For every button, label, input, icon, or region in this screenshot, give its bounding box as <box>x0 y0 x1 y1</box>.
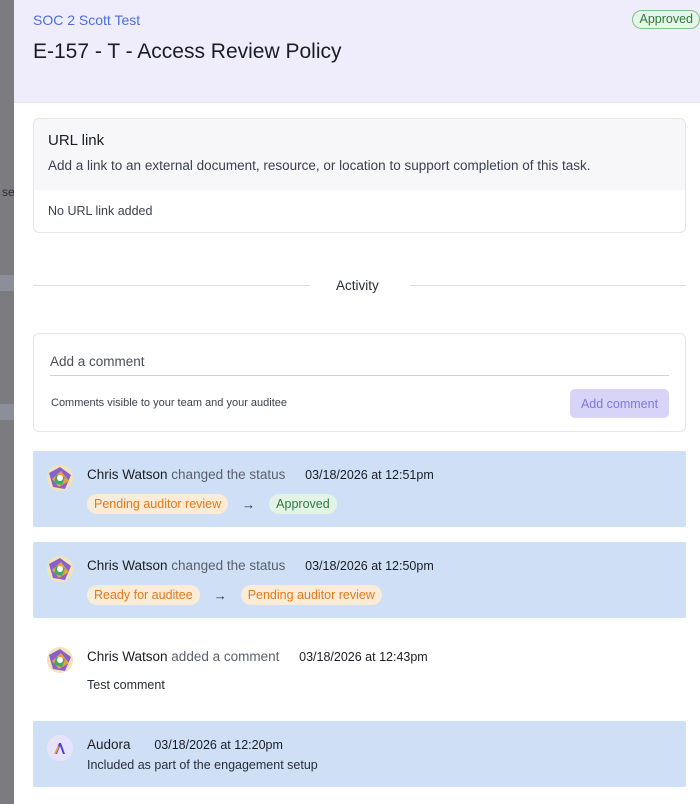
url-link-card: URL link Add a link to an external docum… <box>33 118 686 233</box>
background-page: se <box>0 0 14 804</box>
add-comment-button[interactable]: Add comment <box>570 389 669 418</box>
activity-actor: Audora <box>87 737 131 752</box>
activity-description: Included as part of the engagement setup <box>87 758 318 772</box>
comment-input[interactable] <box>50 348 669 376</box>
background-row <box>0 404 14 420</box>
activity-actor: Chris Watson <box>87 467 168 482</box>
activity-item: Chris Watson changed the status 03/18/20… <box>33 451 686 527</box>
activity-action: changed the status <box>171 467 286 482</box>
activity-timestamp: 03/18/2026 at 12:43pm <box>299 650 428 664</box>
status-pill-from: Ready for auditee <box>87 585 200 605</box>
comment-composer: Comments visible to your team and your a… <box>33 333 686 432</box>
task-drawer: SOC 2 Scott Test E-157 - T - Access Revi… <box>14 0 700 804</box>
status-pill-from: Pending auditor review <box>87 494 229 514</box>
url-link-title: URL link <box>48 132 105 149</box>
url-link-description: Add a link to an external document, reso… <box>48 158 591 173</box>
activity-action: changed the status <box>171 558 286 573</box>
user-avatar <box>47 465 73 491</box>
arrow-right-icon: → <box>242 496 256 512</box>
arrow-right-icon: → <box>213 587 227 603</box>
comment-visibility-note: Comments visible to your team and your a… <box>51 397 288 409</box>
status-pill-to: Approved <box>269 494 337 514</box>
activity-actor: Chris Watson <box>87 649 168 664</box>
activity-item: Chris Watson changed the status 03/18/20… <box>33 542 686 618</box>
activity-item: Chris Watson added a comment 03/18/2026 … <box>33 633 686 709</box>
background-text: se <box>2 185 14 199</box>
page-title: E-157 - T - Access Review Policy <box>33 40 342 63</box>
activity-heading: Activity <box>336 278 379 293</box>
activity-timestamp: 03/18/2026 at 12:50pm <box>305 559 434 573</box>
url-link-empty-state: No URL link added <box>48 204 153 218</box>
divider <box>33 285 310 286</box>
user-avatar <box>47 647 73 673</box>
task-header: SOC 2 Scott Test E-157 - T - Access Revi… <box>14 0 700 103</box>
status-badge: Approved <box>632 10 700 29</box>
divider <box>410 285 686 286</box>
user-avatar <box>47 556 73 582</box>
activity-actor: Chris Watson <box>87 558 168 573</box>
comment-body: Test comment <box>87 678 165 692</box>
activity-timestamp: 03/18/2026 at 12:20pm <box>154 738 283 752</box>
status-pill-to: Pending auditor review <box>240 585 382 605</box>
activity-item: Audora 03/18/2026 at 12:20pm Included as… <box>33 721 686 787</box>
audora-logo-icon <box>47 735 73 761</box>
activity-action: added a comment <box>171 649 280 664</box>
background-row <box>0 275 14 291</box>
breadcrumb-link[interactable]: SOC 2 Scott Test <box>33 12 140 28</box>
activity-timestamp: 03/18/2026 at 12:51pm <box>305 468 434 482</box>
